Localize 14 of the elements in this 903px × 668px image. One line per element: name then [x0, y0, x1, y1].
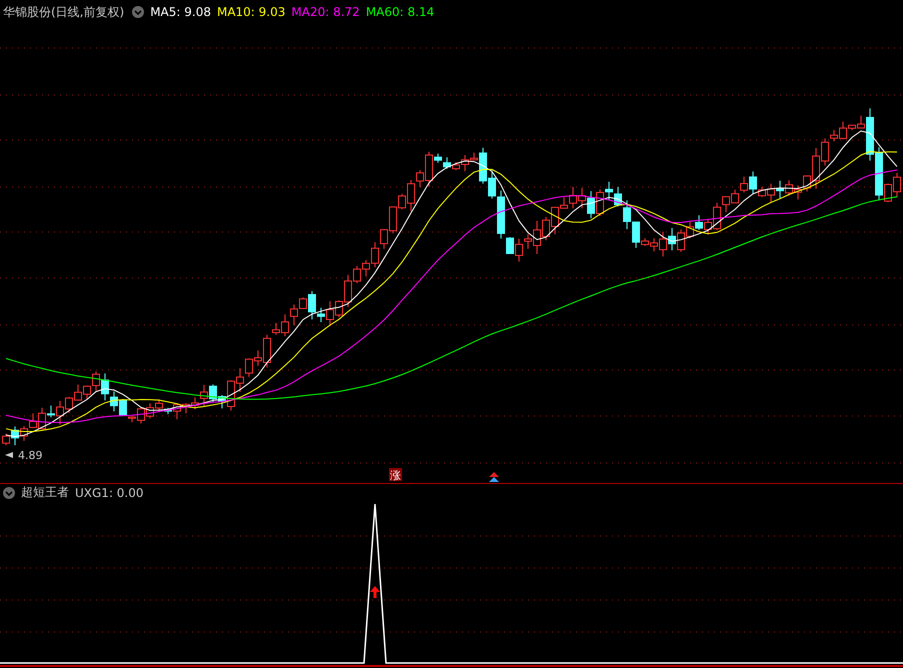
indicator-reading: MA60: 8.14 — [366, 5, 434, 19]
indicator-reading: UXG1: 0.00 — [75, 486, 144, 500]
signal-badge: 涨 — [389, 468, 402, 482]
indicator-reading: MA10: 9.03 — [216, 5, 286, 19]
indicator-reading: MA5: 9.08 — [150, 5, 211, 19]
low-price-label: 4.89 — [18, 449, 42, 462]
indicator-reading: MA20: 8.72 — [291, 5, 360, 19]
indicator-title: 超短王者 — [21, 484, 69, 501]
double-arrow-icon — [489, 472, 499, 482]
up-arrow-icon — [370, 586, 380, 598]
dropdown-icon[interactable] — [3, 486, 15, 498]
chart-title: 华锦股份(日线,前复权) — [3, 4, 124, 20]
dropdown-icon[interactable] — [132, 6, 144, 18]
arrow-icon — [5, 452, 13, 458]
